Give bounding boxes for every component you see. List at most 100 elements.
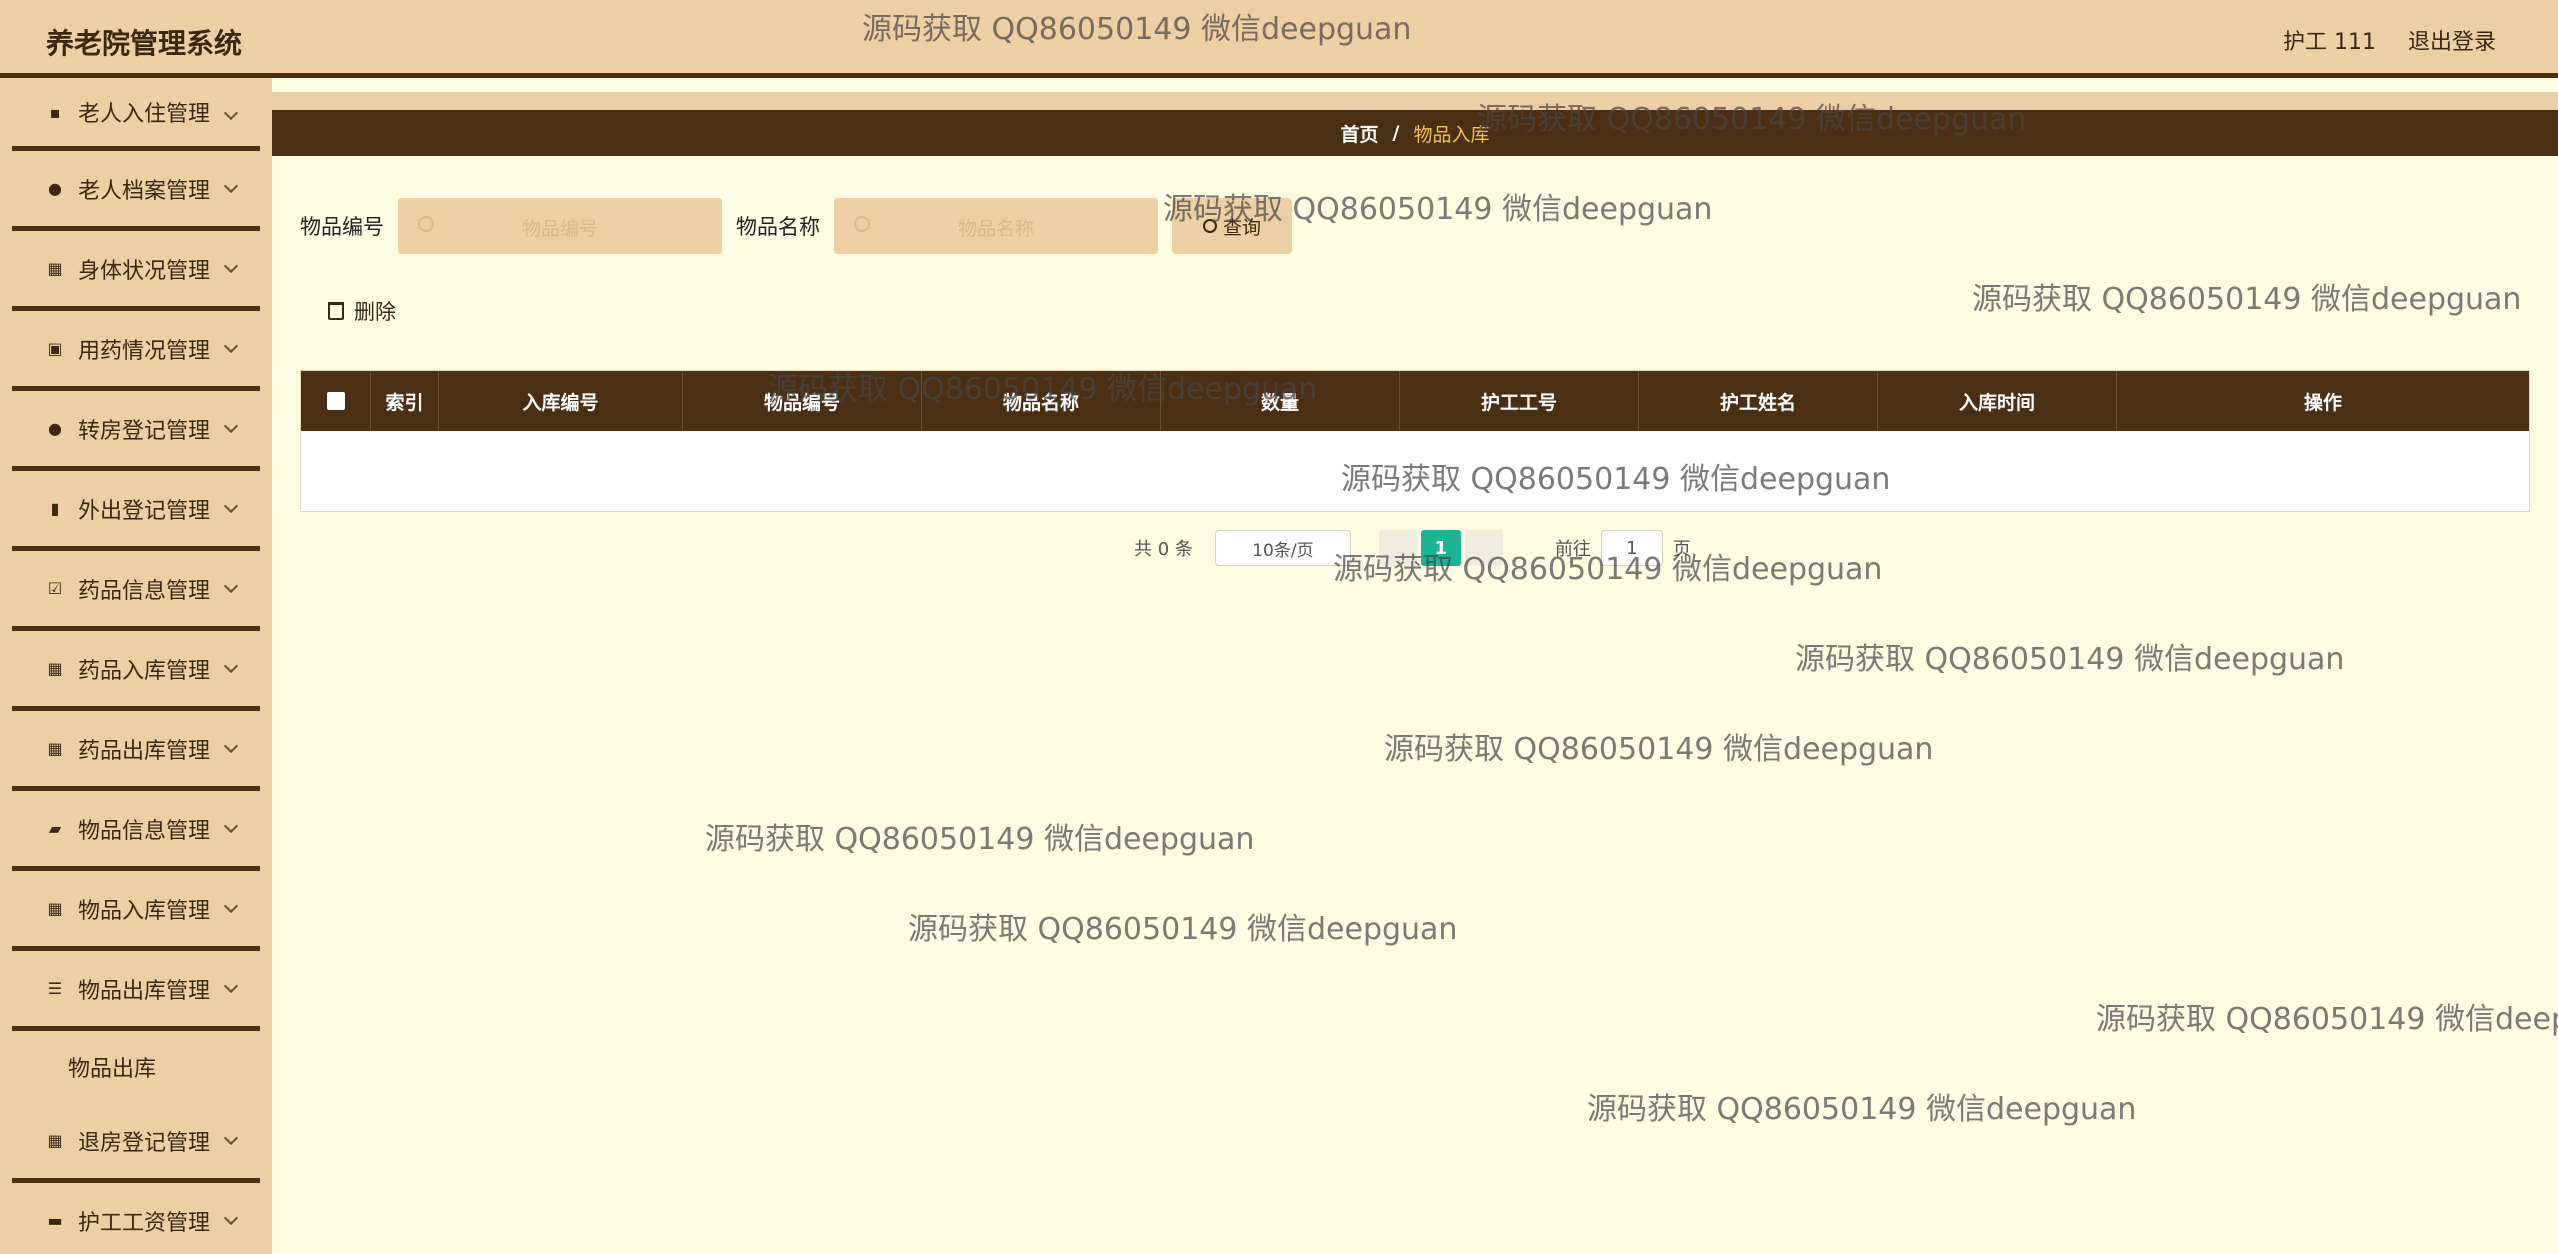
sidebar-item-label: 药品入库管理 bbox=[78, 658, 211, 684]
sidebar-item-label: 药品信息管理 bbox=[78, 578, 211, 604]
prev-page-button[interactable] bbox=[1378, 530, 1417, 566]
column-header: 护工姓名 bbox=[1639, 371, 1878, 431]
grid-icon: ▦ bbox=[47, 1131, 63, 1150]
column-header: 护工工号 bbox=[1400, 371, 1639, 431]
chevron-down-icon bbox=[223, 578, 239, 594]
sidebar-item-label: 物品出库管理 bbox=[78, 978, 211, 1004]
chevron-down-icon bbox=[223, 338, 239, 354]
delete-button-label: 删除 bbox=[354, 300, 396, 324]
goto-prefix: 前往 bbox=[1554, 539, 1591, 560]
sidebar-item-goods-info[interactable]: ▰ 物品信息管理 bbox=[12, 791, 260, 871]
user-icon: ● bbox=[48, 179, 62, 198]
sidebar-item-elder-records[interactable]: ● 老人档案管理 bbox=[12, 151, 260, 231]
top-bar: 养老院管理系统 护工 111 退出登录 bbox=[0, 0, 2558, 78]
chevron-down-icon bbox=[223, 498, 239, 514]
logout-link[interactable]: 退出登录 bbox=[2408, 24, 2496, 56]
name-placeholder: 物品名称 bbox=[957, 218, 1034, 240]
clipboard-check-icon: ▣ bbox=[47, 339, 63, 358]
page-number[interactable]: 1 bbox=[1420, 530, 1461, 566]
sidebar-item-label: 转房登记管理 bbox=[78, 418, 211, 444]
column-header: 索引 bbox=[371, 371, 439, 431]
code-placeholder: 物品编号 bbox=[521, 218, 598, 240]
sidebar-item-room-transfer[interactable]: ● 转房登记管理 bbox=[12, 391, 260, 471]
sidebar-item-label: 物品信息管理 bbox=[78, 818, 211, 844]
sidebar-item-label: 身体状况管理 bbox=[78, 258, 211, 284]
search-bar: 物品编号 物品编号 物品名称 物品名称 查询 bbox=[300, 198, 1292, 254]
page-size-select[interactable]: 10条/页 bbox=[1214, 530, 1351, 566]
chevron-down-icon bbox=[223, 898, 239, 914]
grid-icon: ▦ bbox=[47, 739, 63, 758]
goto-suffix: 页 bbox=[1672, 539, 1691, 560]
breadcrumb: 首页 / 物品入库 bbox=[272, 110, 2558, 156]
sidebar-item-drug-info[interactable]: ☑ 药品信息管理 bbox=[12, 551, 260, 631]
search-button[interactable]: 查询 bbox=[1172, 198, 1292, 254]
header-actions: 护工 111 退出登录 bbox=[2283, 24, 2496, 56]
chevron-down-icon bbox=[223, 818, 239, 834]
sidebar-item-label: 用药情况管理 bbox=[78, 338, 211, 364]
column-header: 入库编号 bbox=[439, 371, 683, 431]
sidebar-item-label: 外出登记管理 bbox=[78, 498, 211, 524]
column-header: 物品编号 bbox=[683, 371, 922, 431]
checkbox-icon: ☑ bbox=[47, 579, 63, 598]
sidebar-item-label: 药品出库管理 bbox=[78, 738, 211, 764]
current-user[interactable]: 护工 111 bbox=[2283, 24, 2376, 56]
app-title: 养老院管理系统 bbox=[46, 27, 243, 60]
sidebar: ▪ 老人入住管理 ● 老人档案管理 ▦ 身体状况管理 ▣ 用药情况管理 ● 转房… bbox=[0, 78, 272, 1254]
location-pin-icon: ● bbox=[48, 419, 62, 438]
checkbox-icon bbox=[326, 392, 345, 410]
sidebar-item-label: 老人入住管理 bbox=[78, 102, 211, 127]
trash-icon bbox=[328, 302, 344, 320]
sidebar-item-checkout[interactable]: ▦ 退房登记管理 bbox=[12, 1103, 260, 1183]
sidebar-item-drug-stock-in[interactable]: ▦ 药品入库管理 bbox=[12, 631, 260, 711]
main-content: 首页 / 物品入库 物品编号 物品编号 物品名称 物品名称 查询 删除 索引 入… bbox=[272, 78, 2558, 1254]
sidebar-item-drug-stock-out[interactable]: ▦ 药品出库管理 bbox=[12, 711, 260, 791]
pagination: 共 0 条 10条/页 1 前往 1 页 bbox=[1134, 530, 1691, 566]
chevron-down-icon bbox=[223, 1130, 239, 1146]
table-body-empty bbox=[301, 431, 2529, 511]
sidebar-item-label: 护工工资管理 bbox=[78, 1210, 211, 1236]
breadcrumb-home[interactable]: 首页 bbox=[1341, 120, 1379, 147]
sidebar-item-outing[interactable]: ▮ 外出登记管理 bbox=[12, 471, 260, 551]
data-table: 索引 入库编号 物品编号 物品名称 数量 护工工号 护工姓名 入库时间 操作 bbox=[300, 370, 2530, 512]
sidebar-item-label: 老人档案管理 bbox=[78, 178, 211, 204]
sidebar-item-label: 物品入库管理 bbox=[78, 898, 211, 924]
goto-page-input[interactable]: 1 bbox=[1600, 530, 1663, 566]
next-page-button[interactable] bbox=[1464, 530, 1503, 566]
sidebar-item-goods-stock-out[interactable]: ☰ 物品出库管理 bbox=[12, 951, 260, 1031]
column-header: 操作 bbox=[2303, 391, 2342, 414]
sidebar-item-label: 退房登记管理 bbox=[78, 1130, 211, 1156]
sidebar-item-nurse-salary[interactable]: ▬ 护工工资管理 bbox=[12, 1183, 260, 1254]
chat-icon: ▪ bbox=[49, 102, 61, 122]
chevron-down-icon bbox=[223, 418, 239, 434]
grid-icon: ▦ bbox=[47, 259, 63, 278]
search-button-label: 查询 bbox=[1222, 216, 1261, 239]
chevron-down-icon bbox=[223, 738, 239, 754]
chevron-down-icon bbox=[223, 258, 239, 274]
breadcrumb-separator: / bbox=[1392, 122, 1400, 144]
sidebar-item-health-status[interactable]: ▦ 身体状况管理 bbox=[12, 231, 260, 311]
table-header: 索引 入库编号 物品编号 物品名称 数量 护工工号 护工姓名 入库时间 操作 bbox=[301, 371, 2529, 431]
sidebar-subitem-goods-stock-out[interactable]: 物品出库 bbox=[12, 1031, 260, 1103]
chevron-down-icon bbox=[223, 105, 239, 121]
code-search-input[interactable]: 物品编号 bbox=[398, 198, 722, 254]
list-icon: ☰ bbox=[47, 979, 63, 998]
delete-button[interactable]: 删除 bbox=[328, 296, 396, 326]
sidebar-item-goods-stock-in[interactable]: ▦ 物品入库管理 bbox=[12, 871, 260, 951]
column-header: 物品名称 bbox=[922, 371, 1161, 431]
name-label: 物品名称 bbox=[736, 215, 820, 239]
select-all-checkbox[interactable] bbox=[301, 371, 371, 431]
code-label: 物品编号 bbox=[300, 215, 384, 239]
chevron-down-icon bbox=[223, 658, 239, 674]
column-header: 入库时间 bbox=[1878, 371, 2117, 431]
chevron-down-icon bbox=[223, 178, 239, 194]
search-icon bbox=[1202, 219, 1217, 233]
grid-icon: ▦ bbox=[47, 899, 63, 918]
name-search-input[interactable]: 物品名称 bbox=[834, 198, 1158, 254]
sidebar-item-elder-checkin[interactable]: ▪ 老人入住管理 bbox=[12, 78, 260, 151]
bar-chart-icon: ▮ bbox=[50, 499, 60, 518]
goto-page: 前往 1 页 bbox=[1555, 530, 1691, 566]
wallet-icon: ▰ bbox=[48, 819, 62, 838]
column-header: 数量 bbox=[1161, 371, 1400, 431]
chevron-down-icon bbox=[223, 978, 239, 994]
sidebar-item-medication[interactable]: ▣ 用药情况管理 bbox=[12, 311, 260, 391]
